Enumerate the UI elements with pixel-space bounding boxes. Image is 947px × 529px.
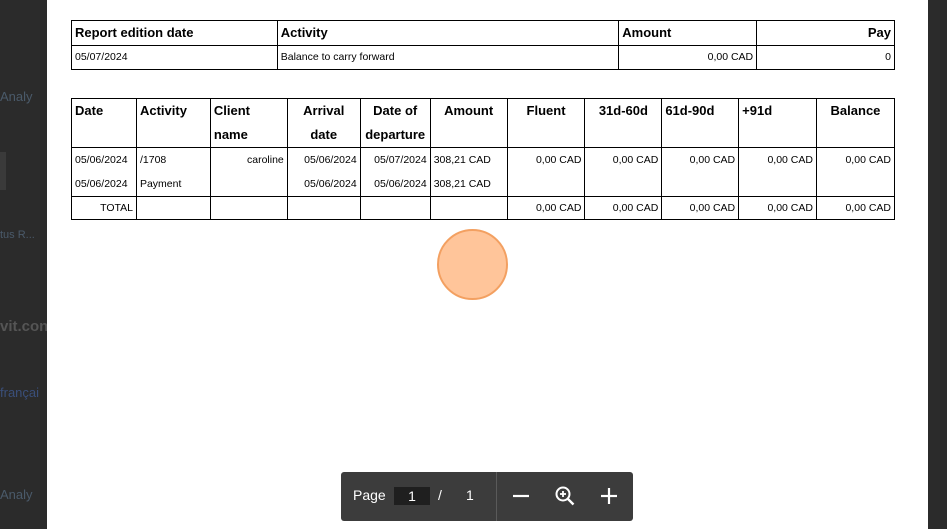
zoom-out-button[interactable] [509,484,533,508]
total-pages: 1 [466,487,474,503]
table-cell [359,196,431,220]
table-cell: 308,21 CAD [429,172,508,197]
table-cell: 05/07/2024 [359,147,431,172]
bg-analytics-text-2: Analy [0,487,33,502]
detail-header: Date [71,98,137,148]
table-cell: 0,00 CAD [661,196,740,220]
total-row: TOTAL 0,00 CAD 0,00 CAD 0,00 CAD 0,00 CA… [71,196,896,220]
detail-header: Balance [815,98,896,148]
table-cell [286,196,361,220]
summary-header-activity: Activity [276,20,620,46]
summary-cell: Balance to carry forward [276,45,620,70]
bg-domain-text: vit.con [0,318,49,335]
page-label: Page [353,487,386,503]
detail-header: Arrival date [286,98,361,148]
table-cell [209,172,288,197]
zoom-in-button[interactable] [597,484,621,508]
cursor-highlight [437,229,508,300]
table-cell [738,172,817,197]
table-cell: 0,00 CAD [506,147,586,172]
table-cell [506,172,586,197]
plus-icon [601,488,617,504]
table-cell [135,196,211,220]
page-separator: / [438,487,442,503]
bg-analytics-text-1: Analy [0,89,33,104]
detail-table: Date Activity Client name Arrival date D… [71,98,896,220]
table-cell: 05/06/2024 [286,172,361,197]
summary-cell: 0 [756,45,895,70]
table-cell [815,172,896,197]
table-cell [661,172,740,197]
summary-header-pay: Pay [756,20,895,46]
table-cell: 0,00 CAD [661,147,740,172]
table-cell: 05/06/2024 [359,172,431,197]
summary-header-date: Report edition date [71,20,278,46]
toolbar-divider [496,472,497,521]
table-cell: 0,00 CAD [738,196,817,220]
table-row: 05/06/2024 /1708 caroline 05/06/2024 05/… [71,147,896,172]
table-cell [429,196,508,220]
table-cell: 05/06/2024 [286,147,361,172]
bg-status-text: tus R... [0,229,35,241]
table-cell [584,172,663,197]
table-cell: 05/06/2024 [71,172,137,197]
detail-header: Date of departure [359,98,431,148]
table-cell: 308,21 CAD [429,147,508,172]
pdf-toolbar: Page 1 / 1 [341,472,633,521]
summary-header-row: Report edition date Activity Amount Pay [71,20,895,46]
detail-header: +91d [738,98,817,148]
table-cell: 0,00 CAD [815,147,896,172]
detail-header: 61d-90d [661,98,740,148]
table-cell: 0,00 CAD [738,147,817,172]
summary-table: Report edition date Activity Amount Pay … [71,20,895,70]
table-cell: /1708 [135,147,211,172]
detail-header: 31d-60d [584,98,663,148]
table-cell [209,196,288,220]
summary-header-amount: Amount [618,20,758,46]
bg-language-link: françai [0,385,40,400]
zoom-reset-button[interactable] [553,484,577,508]
table-cell: 05/06/2024 [71,147,137,172]
page-number-input[interactable]: 1 [394,487,430,505]
summary-row: 05/07/2024 Balance to carry forward 0,00… [71,45,895,70]
total-label: TOTAL [71,196,137,220]
detail-header: Activity [135,98,211,148]
summary-cell: 05/07/2024 [71,45,278,70]
table-cell: caroline [209,147,288,172]
detail-header: Amount [429,98,508,148]
detail-header-row: Date Activity Client name Arrival date D… [71,98,896,148]
table-cell: 0,00 CAD [815,196,896,220]
table-row: 05/06/2024 Payment 05/06/2024 05/06/2024… [71,172,896,197]
magnifier-icon [555,486,575,506]
detail-header: Fluent [506,98,586,148]
detail-header: Client name [209,98,288,148]
table-cell: 0,00 CAD [584,196,663,220]
summary-cell: 0,00 CAD [618,45,758,70]
table-cell: Payment [135,172,211,197]
bg-panel [0,152,6,190]
minus-icon [513,494,529,498]
table-cell: 0,00 CAD [584,147,663,172]
table-cell: 0,00 CAD [506,196,586,220]
